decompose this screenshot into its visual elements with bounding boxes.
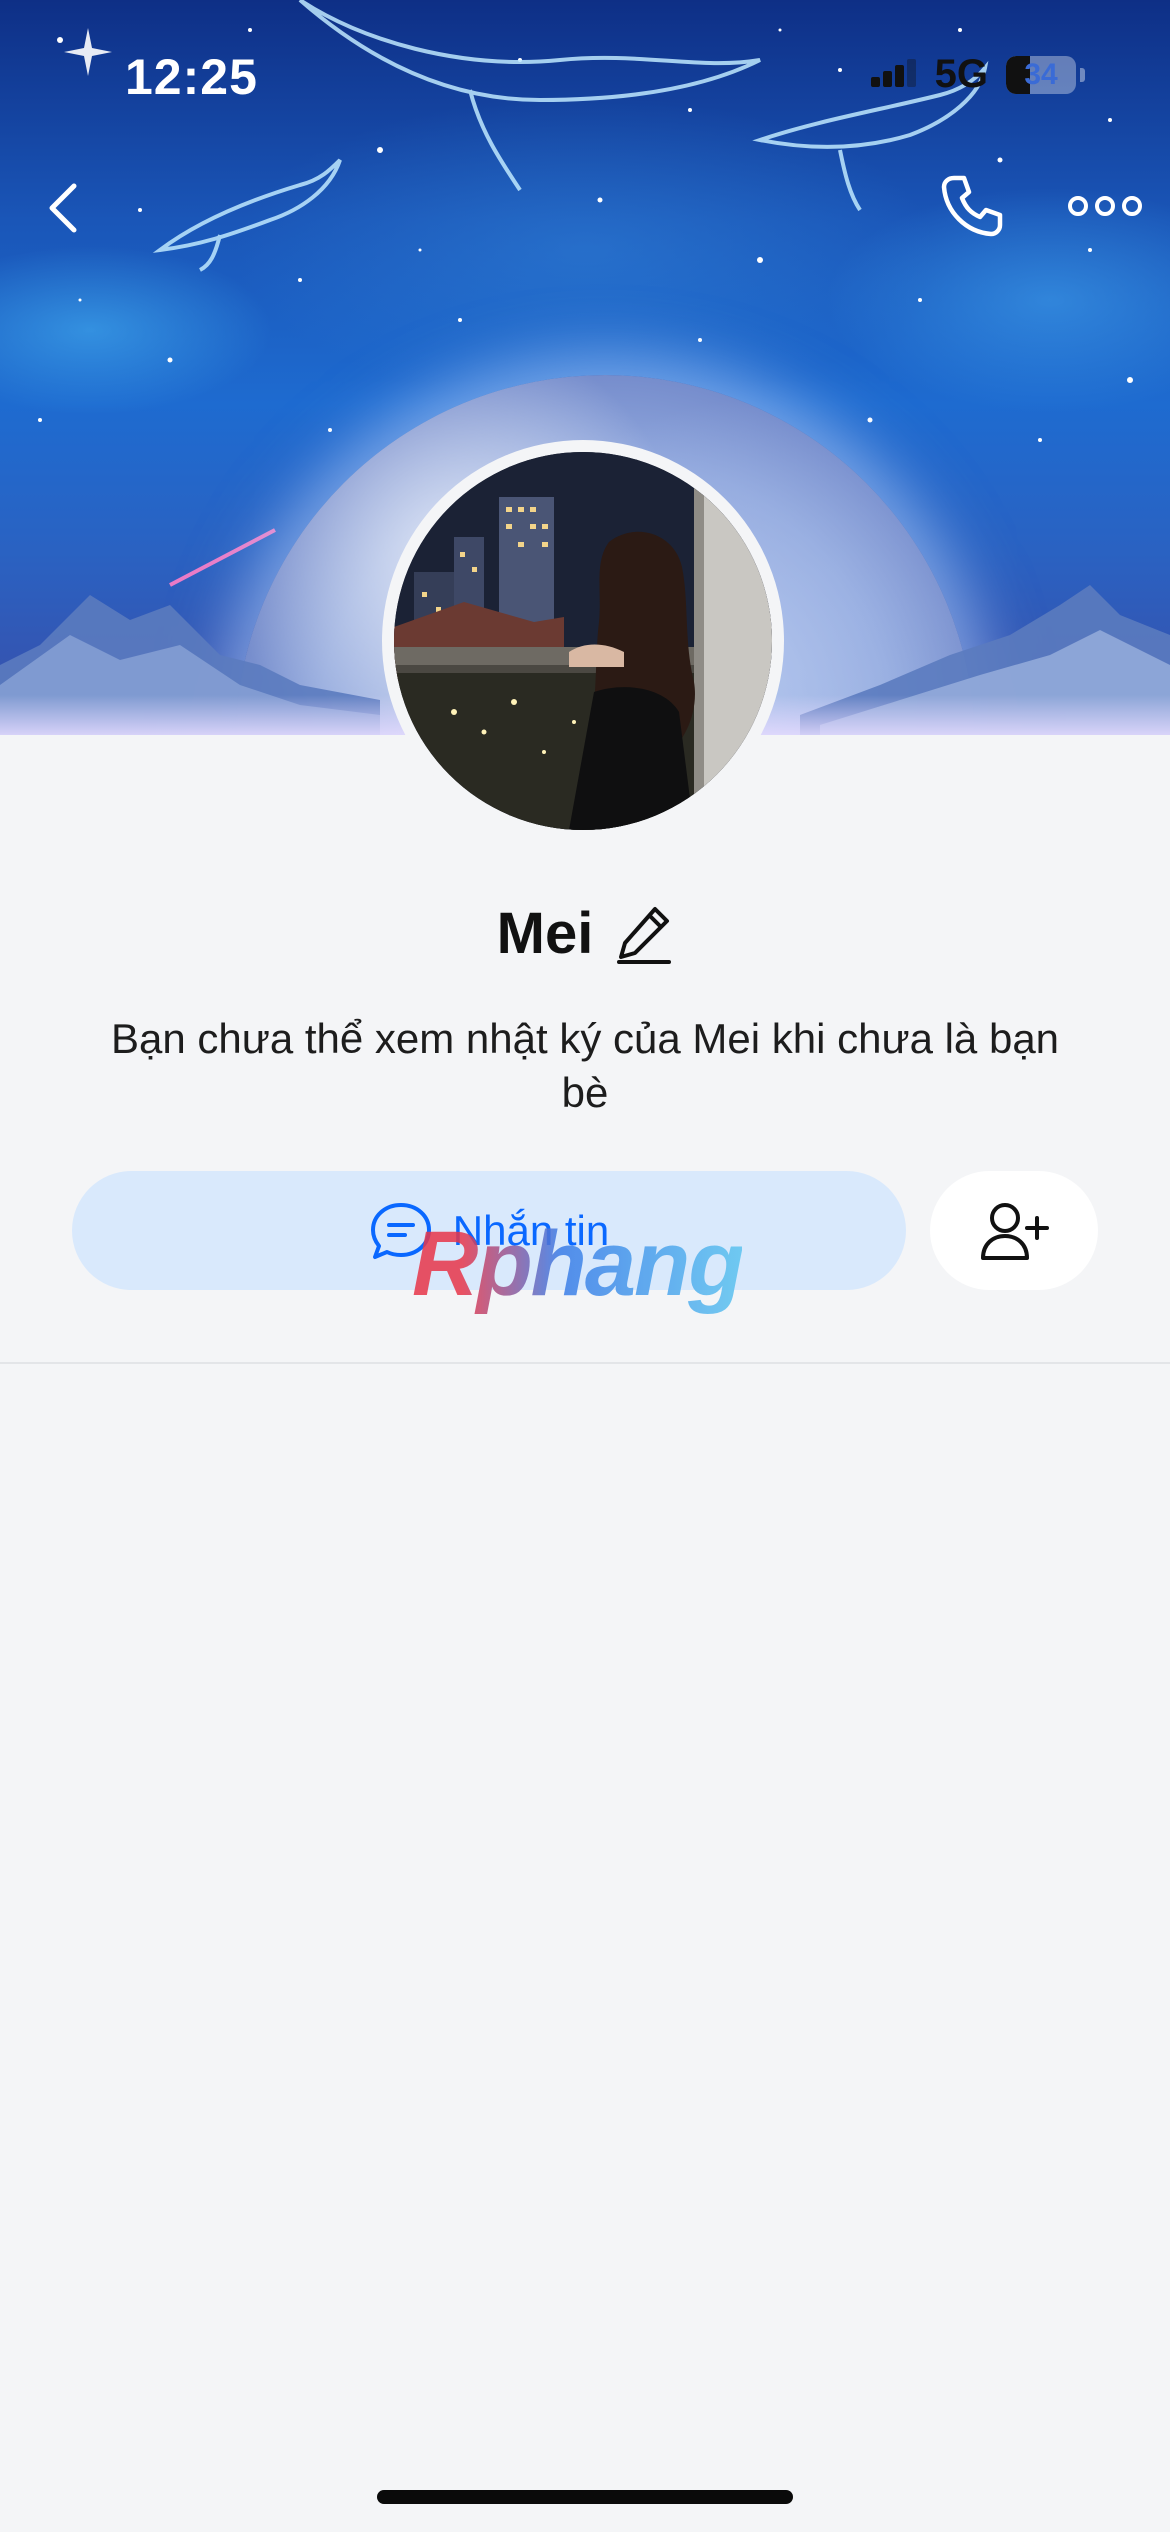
more-horizontal-icon — [1068, 196, 1142, 216]
battery-cap — [1080, 67, 1085, 82]
more-options-button[interactable] — [1068, 186, 1142, 226]
section-divider — [0, 1362, 1170, 1364]
back-button[interactable] — [38, 178, 88, 238]
message-button[interactable]: Nhắn tin — [72, 1171, 906, 1290]
signal-strength-icon — [870, 58, 916, 87]
home-indicator[interactable] — [377, 2490, 793, 2504]
phone-icon — [941, 175, 1003, 237]
battery-icon: 34 — [1006, 55, 1076, 94]
avatar-scene — [394, 452, 772, 830]
pencil-icon[interactable] — [615, 903, 673, 965]
profile-name-row: Mei — [0, 900, 1170, 967]
battery-level: 34 — [1024, 57, 1058, 91]
call-button[interactable] — [938, 172, 1006, 240]
add-user-icon — [981, 1202, 1049, 1260]
network-type: 5G — [934, 52, 988, 96]
add-friend-button[interactable] — [930, 1171, 1098, 1290]
diary-privacy-notice: Bạn chưa thể xem nhật ký của Mei khi chư… — [110, 1015, 1060, 1116]
message-button-label: Nhắn tin — [452, 1206, 610, 1254]
chevron-left-icon — [49, 183, 77, 233]
avatar[interactable] — [382, 440, 784, 842]
status-indicators: 5G 34 — [870, 52, 1085, 97]
profile-name: Mei — [496, 901, 594, 966]
status-time: 12:25 — [125, 49, 258, 105]
chat-bubble-icon — [370, 1202, 431, 1259]
avatar-photo — [394, 452, 772, 830]
